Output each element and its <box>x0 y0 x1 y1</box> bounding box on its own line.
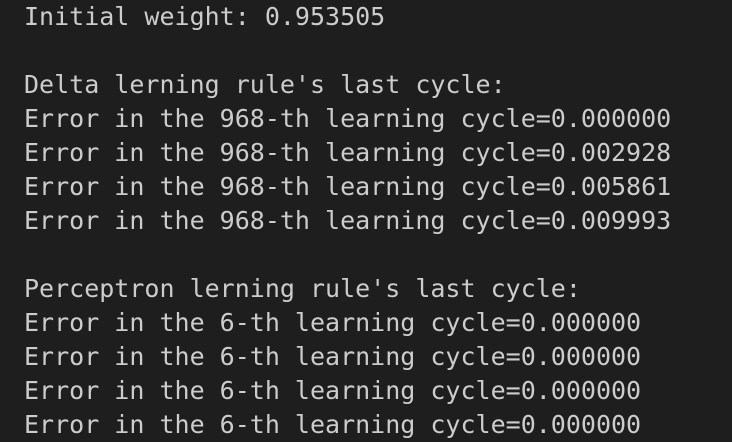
initial-weight-line: Initial weight: 0.953505 <box>24 2 386 31</box>
delta-error-line: Error in the 968-th learning cycle=0.002… <box>24 138 672 167</box>
delta-error-line: Error in the 968-th learning cycle=0.009… <box>24 206 672 235</box>
perceptron-error-line: Error in the 6-th learning cycle=0.00000… <box>24 410 642 439</box>
perceptron-error-line: Error in the 6-th learning cycle=0.00000… <box>24 376 642 405</box>
delta-rule-heading: Delta lerning rule's last cycle: <box>24 70 506 99</box>
delta-error-line: Error in the 968-th learning cycle=0.000… <box>24 104 672 133</box>
delta-error-line: Error in the 968-th learning cycle=0.005… <box>24 172 672 201</box>
perceptron-error-line: Error in the 6-th learning cycle=0.00000… <box>24 308 642 337</box>
perceptron-rule-heading: Perceptron lerning rule's last cycle: <box>24 274 581 303</box>
perceptron-error-line: Error in the 6-th learning cycle=0.00000… <box>24 342 642 371</box>
terminal-output: Initial weight: 0.953505 Delta lerning r… <box>0 0 732 442</box>
